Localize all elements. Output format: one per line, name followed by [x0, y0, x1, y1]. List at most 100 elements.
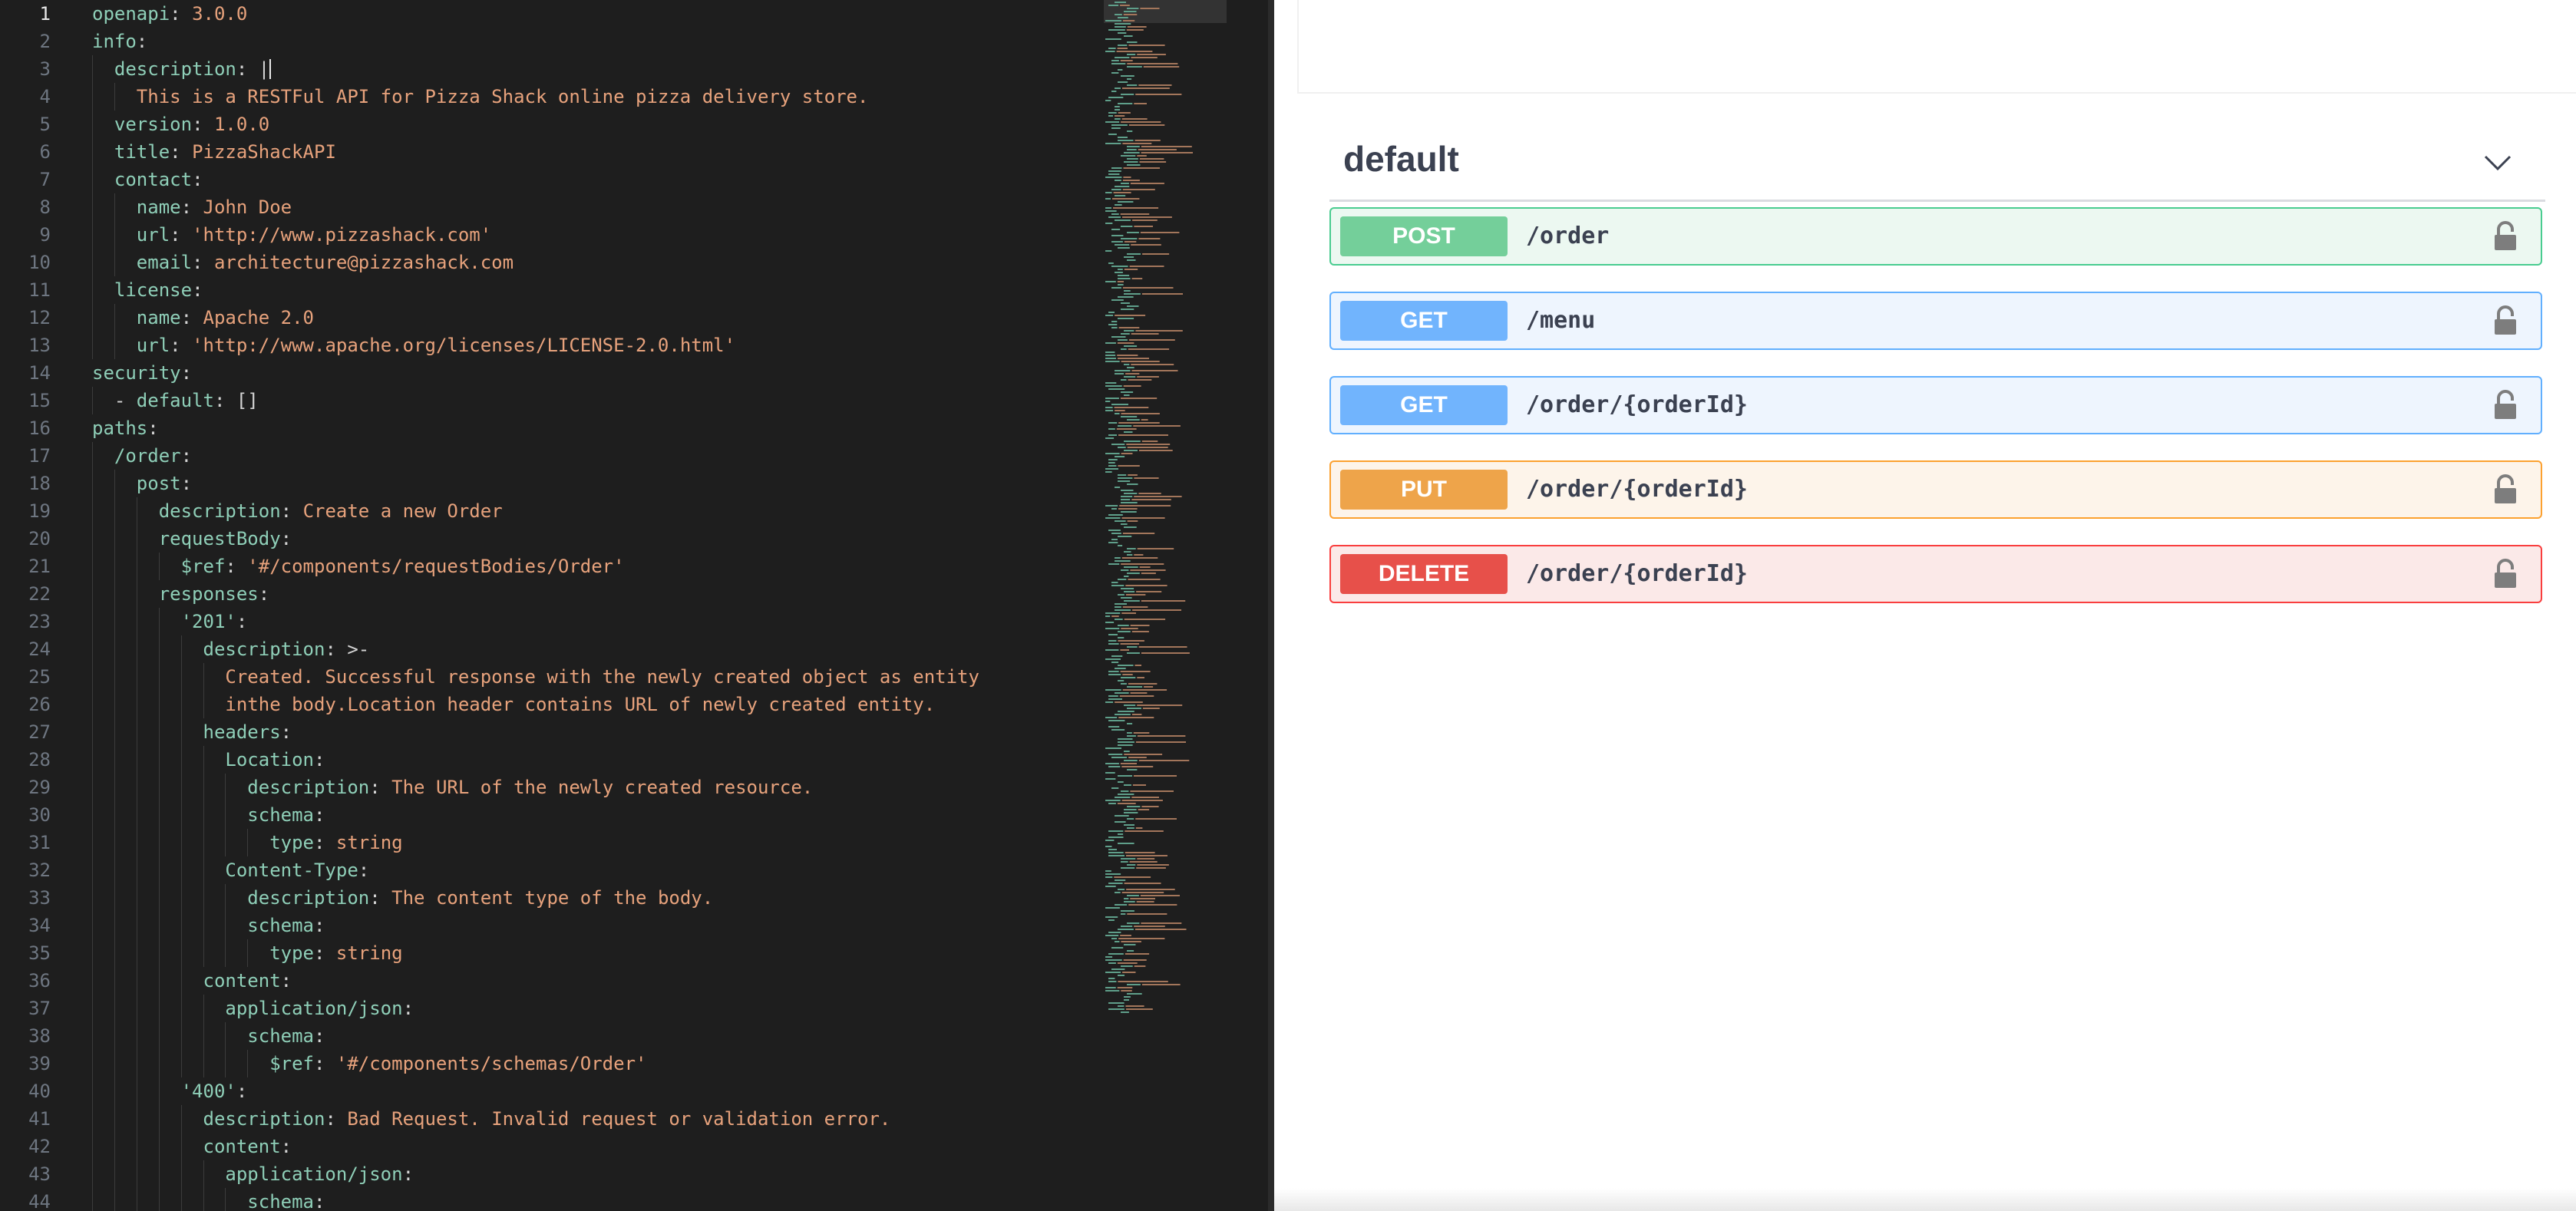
chevron-down-icon[interactable] [2481, 146, 2515, 180]
minimap-line [1132, 609, 1181, 611]
yaml-punctuation: : [192, 252, 214, 273]
operation-get-row[interactable]: GET/order/{orderId} [1329, 376, 2542, 434]
code-line[interactable]: $ref: '#/components/requestBodies/Order' [92, 553, 1082, 580]
code-line[interactable]: url: 'http://www.pizzashack.com' [92, 221, 1082, 249]
code-line[interactable]: type: string [92, 829, 1082, 856]
code-line[interactable]: schema: [92, 1022, 1082, 1050]
code-line[interactable]: Created. Successful response with the ne… [92, 663, 1082, 691]
code-line[interactable]: post: [92, 470, 1082, 497]
code-line[interactable]: schema: [92, 912, 1082, 939]
code-line[interactable]: license: [92, 276, 1082, 304]
code-line[interactable]: contact: [92, 166, 1082, 193]
code-area[interactable]: openapi: 3.0.0 info: description: | This … [92, 0, 1082, 1211]
code-line[interactable]: description: | [92, 55, 1082, 83]
minimap-line [1108, 962, 1116, 964]
code-line[interactable]: headers: [92, 718, 1082, 746]
code-line[interactable]: This is a RESTFul API for Pizza Shack on… [92, 83, 1082, 111]
code-line[interactable]: paths: [92, 414, 1082, 442]
minimap-viewport[interactable] [1104, 0, 1227, 23]
minimap-line [1124, 290, 1131, 292]
code-line[interactable]: url: 'http://www.apache.org/licenses/LIC… [92, 332, 1082, 359]
yaml-key: description [203, 1108, 325, 1130]
minimap-line [1105, 935, 1119, 936]
indent-guide [114, 1022, 115, 1050]
code-line[interactable]: type: string [92, 939, 1082, 967]
code-line[interactable]: content: [92, 967, 1082, 995]
lock-icon[interactable] [2492, 559, 2519, 589]
yaml-key: Content-Type [225, 860, 358, 881]
minimap-line [1127, 950, 1134, 952]
operation-get-row[interactable]: GET/menu [1329, 292, 2542, 350]
indent-guide [92, 829, 93, 856]
minimap-line [1124, 883, 1161, 884]
code-line[interactable]: - default: [] [92, 387, 1082, 414]
minimap-line [1111, 582, 1118, 583]
minimap-line [1115, 557, 1121, 559]
code-line[interactable]: title: PizzaShackAPI [92, 138, 1082, 166]
code-line[interactable]: Content-Type: [92, 856, 1082, 884]
yaml-key: schema [247, 1025, 314, 1047]
minimap-line [1125, 852, 1155, 853]
code-line[interactable]: requestBody: [92, 525, 1082, 553]
operation-delete-row[interactable]: DELETE/order/{orderId} [1329, 545, 2542, 603]
editor-scrollbar[interactable] [1268, 0, 1274, 1211]
line-number: 5 [39, 114, 51, 135]
minimap-line [1118, 465, 1140, 467]
code-line[interactable]: content: [92, 1133, 1082, 1160]
operation-put-row[interactable]: PUT/order/{orderId} [1329, 460, 2542, 519]
minimap[interactable] [1104, 0, 1227, 1021]
code-line[interactable]: name: Apache 2.0 [92, 304, 1082, 332]
lock-icon[interactable] [2492, 390, 2519, 421]
code-line[interactable]: description: The content type of the bod… [92, 884, 1082, 912]
minimap-line [1137, 54, 1166, 55]
code-editor[interactable]: 1 2 3 4 5 6 7 8 9 10 11 12 13 14 15 16 17 18 19 20 21 22 23 24 2… [0, 0, 1274, 1211]
yaml-value: Bad Request. Invalid request or validati… [347, 1108, 891, 1130]
yaml-punctuation: : [314, 1025, 325, 1047]
minimap-line [1118, 631, 1131, 632]
code-line[interactable]: schema: [92, 801, 1082, 829]
code-line[interactable]: responses: [92, 580, 1082, 608]
line-number: 24 [28, 638, 51, 660]
minimap-line [1105, 870, 1111, 872]
code-line[interactable]: description: Create a new Order [92, 497, 1082, 525]
minimap-line [1134, 965, 1146, 967]
code-line[interactable]: name: John Doe [92, 193, 1082, 221]
code-line[interactable]: description: The URL of the newly create… [92, 774, 1082, 801]
minimap-line [1124, 996, 1131, 998]
minimap-line [1108, 726, 1120, 728]
lock-icon[interactable] [2492, 221, 2519, 252]
code-line[interactable]: info: [92, 28, 1082, 55]
lock-icon[interactable] [2492, 305, 2519, 336]
indent-guide [92, 774, 93, 801]
code-line[interactable]: /order: [92, 442, 1082, 470]
code-line[interactable]: '201': [92, 608, 1082, 635]
minimap-line [1118, 32, 1127, 34]
code-line[interactable]: email: architecture@pizzashack.com [92, 249, 1082, 276]
indent-guide [225, 1050, 226, 1077]
code-line[interactable]: application/json: [92, 995, 1082, 1022]
indent-guide [92, 249, 93, 276]
minimap-line [1105, 701, 1114, 703]
indent-guide [92, 193, 93, 221]
minimap-line [1118, 843, 1134, 844]
code-line[interactable]: security: [92, 359, 1082, 387]
indent-guide [92, 691, 93, 718]
code-line[interactable]: '400': [92, 1077, 1082, 1105]
code-line[interactable]: description: Bad Request. Invalid reques… [92, 1105, 1082, 1133]
operation-post-row[interactable]: POST/order [1329, 207, 2542, 266]
code-line[interactable]: version: 1.0.0 [92, 111, 1082, 138]
lock-icon[interactable] [2492, 474, 2519, 505]
minimap-line [1134, 226, 1153, 227]
code-line[interactable]: $ref: '#/components/schemas/Order' [92, 1050, 1082, 1077]
minimap-line [1111, 72, 1119, 74]
code-line[interactable]: inthe body.Location header contains URL … [92, 691, 1082, 718]
code-line[interactable]: schema: [92, 1188, 1082, 1211]
minimap-line [1115, 204, 1122, 206]
code-line[interactable]: Location: [92, 746, 1082, 774]
minimap-line [1121, 226, 1133, 227]
code-line[interactable]: openapi: 3.0.0 [92, 0, 1082, 28]
code-line[interactable]: application/json: [92, 1160, 1082, 1188]
tag-section-header[interactable]: default [1329, 129, 2545, 202]
minimap-line [1130, 183, 1164, 184]
code-line[interactable]: description: >- [92, 635, 1082, 663]
